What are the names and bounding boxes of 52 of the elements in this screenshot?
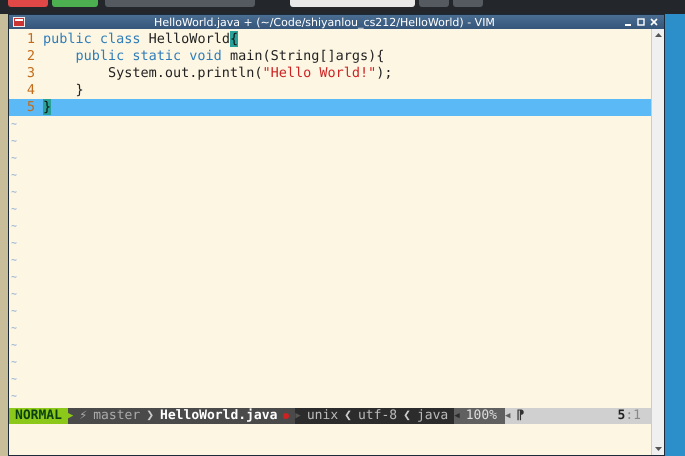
taskbar-button[interactable]	[290, 0, 415, 7]
mode-indicator: NORMAL	[9, 408, 68, 424]
separator-glyph: ❯	[146, 408, 154, 424]
empty-line-marker: ~	[10, 322, 18, 336]
branch-icon: ⚡	[79, 408, 88, 424]
arrow-glyph: ◀	[454, 410, 460, 423]
scroll-up-icon[interactable]	[654, 31, 662, 39]
arrow-glyph: ▶	[68, 410, 74, 423]
taskbar-button[interactable]	[453, 0, 483, 7]
empty-line-marker: ~	[10, 152, 18, 166]
app-icon[interactable]	[13, 17, 25, 27]
empty-line-marker: ~	[10, 186, 18, 200]
taskbar-button[interactable]	[419, 0, 449, 7]
empty-line-marker: ~	[10, 237, 18, 251]
arrow-glyph: ◀	[505, 410, 510, 423]
maximize-icon[interactable]	[637, 18, 645, 26]
empty-line-marker: ~	[10, 203, 18, 217]
scroll-percent: 100%	[466, 408, 497, 424]
empty-line-marker: ~	[10, 118, 18, 132]
code-line: 3 System.out.println("Hello World!");	[26, 65, 394, 82]
close-icon[interactable]	[650, 18, 658, 26]
empty-line-marker: ~	[10, 356, 18, 370]
taskbar-button[interactable]	[52, 0, 98, 7]
empty-line-marker: ~	[10, 373, 18, 387]
file-type: java	[416, 408, 448, 424]
code-line: 1 public class HelloWorld{	[26, 31, 240, 48]
branch-name: master	[93, 408, 140, 424]
file-name: HelloWorld.java	[160, 408, 278, 424]
empty-line-marker: ~	[10, 254, 18, 268]
separator-glyph: ❮	[344, 408, 352, 424]
separator-glyph: ❮	[403, 408, 411, 424]
code-line: 4 }	[26, 82, 85, 99]
line-icon: ⁋	[516, 408, 524, 424]
arrow-glyph: ▶	[295, 410, 301, 423]
empty-line-marker: ~	[10, 288, 18, 302]
scrollbar[interactable]	[651, 29, 664, 455]
empty-line-marker: ~	[10, 339, 18, 353]
column-number: :1	[625, 408, 641, 423]
scroll-down-icon[interactable]	[654, 445, 662, 453]
window-title: HelloWorld.java + (~/Code/shiyanlou_cs212/HelloWorld) - VIM	[153, 16, 496, 28]
empty-line-marker: ~	[10, 305, 18, 319]
file-format: unix	[306, 408, 338, 424]
empty-line-marker: ~	[10, 220, 18, 234]
empty-line-marker: ~	[10, 169, 18, 183]
file-encoding: utf-8	[358, 408, 398, 424]
line-number: 5	[618, 408, 626, 423]
taskbar-button[interactable]	[105, 0, 255, 7]
empty-line-marker: ~	[10, 271, 18, 285]
empty-line-marker: ~	[10, 135, 18, 149]
taskbar-button[interactable]	[8, 0, 48, 7]
code-line: 2 public static void main(String[]args){	[26, 48, 386, 65]
empty-line-marker: ~	[10, 390, 18, 404]
